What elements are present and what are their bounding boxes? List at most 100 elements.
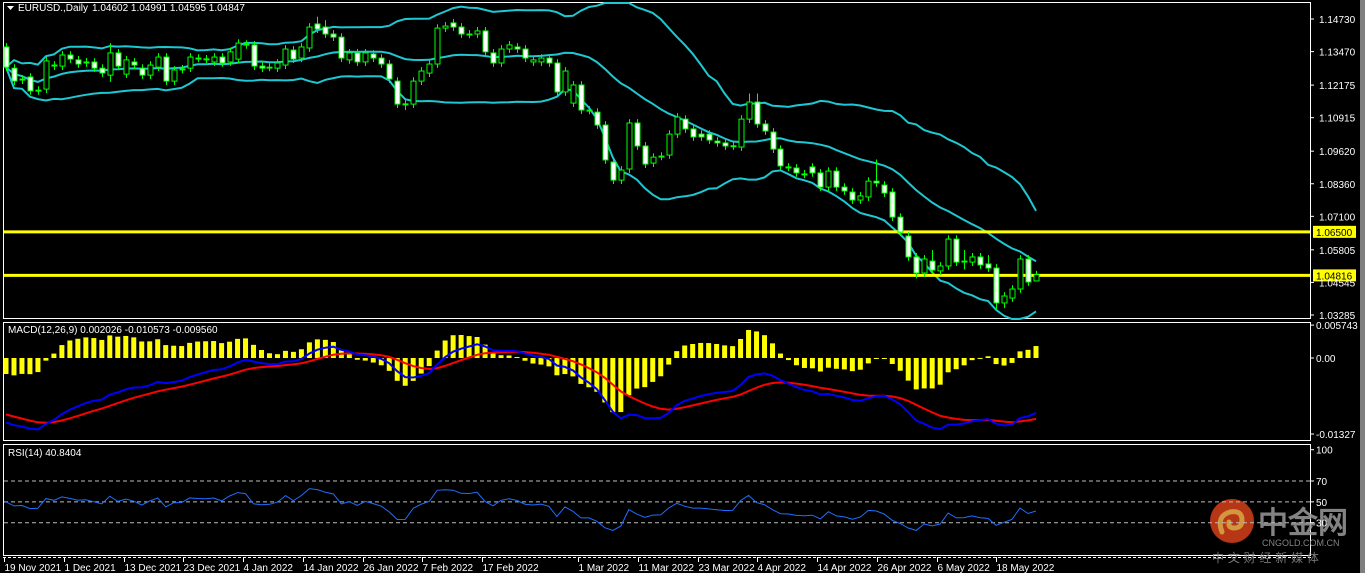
candle-body [977, 256, 984, 266]
macd-histogram-bar [530, 358, 536, 364]
macd-histogram-bar [865, 358, 871, 364]
candle [889, 188, 896, 221]
candle [738, 115, 745, 151]
macd-histogram-bar [107, 335, 113, 358]
watermark-tagline: 中 文 财 经 新 媒 体 [1212, 550, 1319, 565]
macd-histogram-bar [498, 355, 504, 358]
macd-histogram-bar [434, 350, 440, 358]
watermark-brand: 中金网 [1258, 506, 1348, 541]
candle-body [402, 103, 409, 106]
price-tick-label: 1.13470 [1319, 48, 1356, 59]
candle [1017, 255, 1024, 293]
macd-histogram-bar [490, 353, 496, 358]
candle-body [594, 111, 601, 126]
candle-body [746, 101, 753, 120]
date-tick-label: 19 Nov 2021 [5, 563, 62, 573]
macd-histogram-bar [690, 344, 696, 358]
candle [235, 39, 242, 63]
candle-body [338, 36, 345, 59]
candle [666, 130, 673, 159]
candle-body [378, 57, 385, 65]
candle-body [466, 33, 473, 36]
price-tick-label: 1.04545 [1319, 278, 1356, 289]
candle-body [897, 216, 904, 233]
macd-histogram-bar [115, 336, 121, 358]
candle-body [1017, 258, 1024, 290]
macd-histogram-bar [913, 358, 919, 390]
candle [338, 33, 345, 62]
macd-histogram-bar [506, 355, 512, 358]
macd-histogram-bar [282, 350, 288, 358]
macd-histogram-bar [889, 358, 895, 364]
candle-body [35, 89, 42, 92]
candle-body [873, 180, 880, 184]
date-tick-label: 4 Jan 2022 [244, 563, 294, 573]
macd-tick-label: -0.01327 [1316, 430, 1356, 441]
date-tick-label: 26 Apr 2022 [878, 563, 932, 573]
candle-body [570, 84, 577, 104]
candle-body [282, 48, 289, 66]
macd-histogram-bar [817, 358, 823, 372]
candle-body [139, 67, 146, 76]
candle-body [777, 148, 784, 167]
macd-histogram-bar [290, 351, 296, 358]
candle-body [929, 260, 936, 271]
candle-body [314, 23, 321, 30]
candle-body [450, 22, 457, 28]
candle-body [43, 60, 50, 90]
right-scrollbar[interactable] [1360, 0, 1365, 573]
candle [825, 167, 832, 191]
candle [610, 158, 617, 185]
date-tick-label: 1 Dec 2021 [65, 563, 117, 573]
date-tick-label: 4 Apr 2022 [758, 563, 807, 573]
macd-histogram-bar [83, 337, 89, 358]
macd-histogram-bar [1001, 358, 1007, 366]
macd-histogram-bar [897, 358, 903, 371]
candle-body [67, 54, 74, 60]
macd-histogram-bar [777, 353, 783, 358]
candle-body [306, 26, 313, 49]
candle [578, 81, 585, 114]
candle [482, 27, 489, 56]
macd-histogram-bar [75, 338, 81, 358]
candle [410, 77, 417, 108]
macd-histogram-bar [937, 358, 943, 385]
candle-body [650, 156, 657, 164]
candle-body [801, 173, 808, 176]
macd-histogram-bar [762, 335, 768, 358]
macd-histogram-bar [274, 354, 280, 358]
candle-body [370, 53, 377, 59]
date-tick-label: 7 Feb 2022 [423, 563, 474, 573]
macd-histogram-bar [426, 358, 432, 367]
macd-histogram-bar [3, 358, 9, 375]
macd-histogram-bar [993, 358, 999, 365]
candle-body [298, 46, 305, 59]
candle-body [506, 44, 513, 50]
macd-histogram-bar [738, 338, 744, 358]
date-tick-label: 6 May 2022 [938, 563, 991, 573]
candle-body [474, 30, 481, 35]
candle-body [530, 59, 537, 63]
candle [394, 77, 401, 108]
date-tick-label: 1 Mar 2022 [579, 563, 630, 573]
candle-body [251, 44, 258, 67]
candle-body [514, 46, 521, 50]
candle-body [554, 62, 561, 93]
rsi-tick-label: 30 [1316, 519, 1328, 530]
macd-histogram-bar [706, 343, 712, 358]
symbol-timeframe: EURUSD.,Daily [18, 3, 88, 14]
candle-body [618, 169, 625, 181]
candle-body [626, 122, 633, 170]
candle-body [482, 30, 489, 53]
candle-body [147, 64, 154, 76]
candle-body [817, 172, 824, 188]
candle [1025, 255, 1032, 286]
trading-chart[interactable]: 中金网 CNGOLD.COM.CN 中 文 财 经 新 媒 体 1.06500 1… [0, 0, 1365, 573]
macd-histogram-bar [785, 358, 791, 361]
candle-body [386, 63, 393, 80]
macd-histogram-bar [91, 338, 97, 358]
macd-histogram-bar [99, 339, 105, 358]
candle-body [634, 122, 641, 147]
candle-body [259, 65, 266, 69]
candle-body [195, 57, 202, 60]
